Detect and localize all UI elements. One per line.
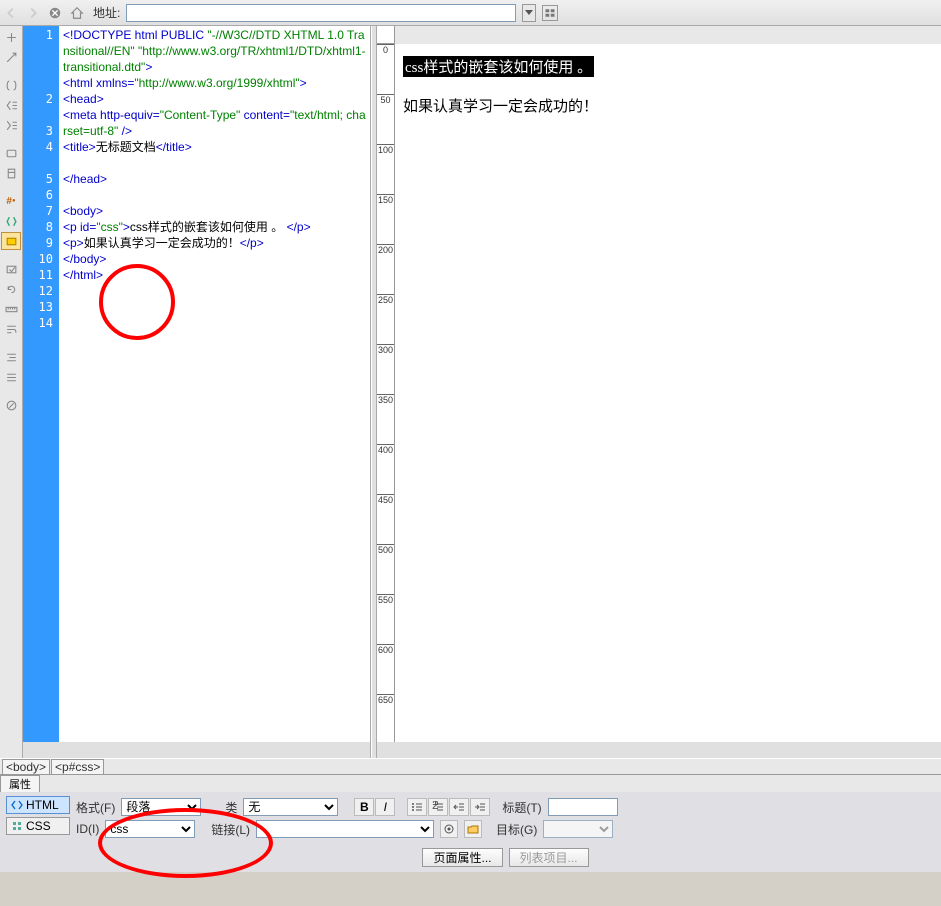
title-label: 标题(T) bbox=[502, 799, 541, 816]
tool-wand[interactable] bbox=[1, 48, 21, 66]
tool-snippet[interactable] bbox=[1, 164, 21, 182]
ol-button[interactable]: 12 bbox=[428, 798, 448, 816]
class-label: 类 bbox=[225, 799, 237, 816]
link-select[interactable] bbox=[256, 820, 434, 838]
italic-button[interactable]: I bbox=[375, 798, 395, 816]
page-properties-button[interactable]: 页面属性... bbox=[422, 848, 502, 867]
code-scrollbar[interactable] bbox=[23, 742, 370, 758]
ul-button[interactable] bbox=[407, 798, 427, 816]
tool-highlight[interactable] bbox=[1, 232, 21, 250]
outdent-button[interactable] bbox=[449, 798, 469, 816]
properties-panel: HTML CSS 格式(F) 段落 类 无 B I 12 标题(T) bbox=[0, 792, 941, 872]
ruler-vertical: 0501001502002503003504004505005506006507… bbox=[377, 44, 395, 742]
browse-file-icon[interactable] bbox=[464, 820, 482, 838]
tool-refresh[interactable] bbox=[1, 280, 21, 298]
tool-comment[interactable] bbox=[1, 144, 21, 162]
id-select[interactable]: css bbox=[105, 820, 195, 838]
class-select[interactable]: 无 bbox=[243, 798, 338, 816]
title-input[interactable] bbox=[548, 798, 618, 816]
tool-indent[interactable] bbox=[1, 116, 21, 134]
address-label: 地址: bbox=[93, 4, 120, 21]
tool-tag[interactable] bbox=[1, 212, 21, 230]
back-icon[interactable] bbox=[3, 5, 19, 21]
home-icon[interactable] bbox=[69, 5, 85, 21]
point-to-file-icon[interactable] bbox=[440, 820, 458, 838]
tool-collapse[interactable] bbox=[1, 28, 21, 46]
bold-button[interactable]: B bbox=[354, 798, 374, 816]
preview-pane: 050100150200250300350400450500550 050100… bbox=[377, 26, 941, 758]
css-mode-button[interactable]: CSS bbox=[6, 817, 70, 835]
id-label: ID(I) bbox=[76, 822, 99, 836]
preview-paragraph-2[interactable]: 如果认真学习一定会成功的！ bbox=[403, 95, 933, 116]
format-select[interactable]: 段落 bbox=[121, 798, 201, 816]
tool-braces[interactable] bbox=[1, 76, 21, 94]
properties-tab[interactable]: 属性 bbox=[0, 775, 40, 792]
format-label: 格式(F) bbox=[76, 799, 115, 816]
list-items-button: 列表项目... bbox=[509, 848, 589, 867]
html-mode-button[interactable]: HTML bbox=[6, 796, 70, 814]
address-dropdown[interactable] bbox=[522, 4, 536, 22]
preview-canvas[interactable]: css样式的嵌套该如何使用 。 如果认真学习一定会成功的！ bbox=[395, 44, 941, 742]
line-gutter: 1 2 34 567891011121314 bbox=[23, 26, 59, 742]
tag-body[interactable]: <body> bbox=[2, 759, 50, 775]
code-text[interactable]: <!DOCTYPE html PUBLIC "-//W3C//DTD XHTML… bbox=[59, 26, 370, 742]
tool-hash[interactable]: #● bbox=[1, 192, 21, 210]
preview-scrollbar[interactable] bbox=[377, 742, 941, 758]
target-label: 目标(G) bbox=[496, 821, 537, 838]
left-toolbar: #● bbox=[0, 26, 23, 758]
target-select[interactable] bbox=[543, 820, 613, 838]
address-input[interactable] bbox=[126, 4, 516, 22]
tool-outdent[interactable] bbox=[1, 96, 21, 114]
tool-apply[interactable] bbox=[1, 260, 21, 278]
code-editor[interactable]: 1 2 34 567891011121314 <!DOCTYPE html PU… bbox=[23, 26, 371, 758]
tool-ruler[interactable] bbox=[1, 300, 21, 318]
tool-help[interactable] bbox=[1, 396, 21, 414]
tool-indent2[interactable] bbox=[1, 348, 21, 366]
stop-icon[interactable] bbox=[47, 5, 63, 21]
tool-format[interactable] bbox=[1, 368, 21, 386]
forward-icon[interactable] bbox=[25, 5, 41, 21]
tag-p-css[interactable]: <p#css> bbox=[51, 759, 104, 775]
indent-button[interactable] bbox=[470, 798, 490, 816]
preview-paragraph-1[interactable]: css样式的嵌套该如何使用 。 bbox=[403, 56, 594, 77]
tool-wrap[interactable] bbox=[1, 320, 21, 338]
tag-selector[interactable]: <body><p#css> bbox=[0, 758, 941, 774]
view-options-icon[interactable] bbox=[542, 5, 558, 21]
link-label: 链接(L) bbox=[211, 821, 250, 838]
